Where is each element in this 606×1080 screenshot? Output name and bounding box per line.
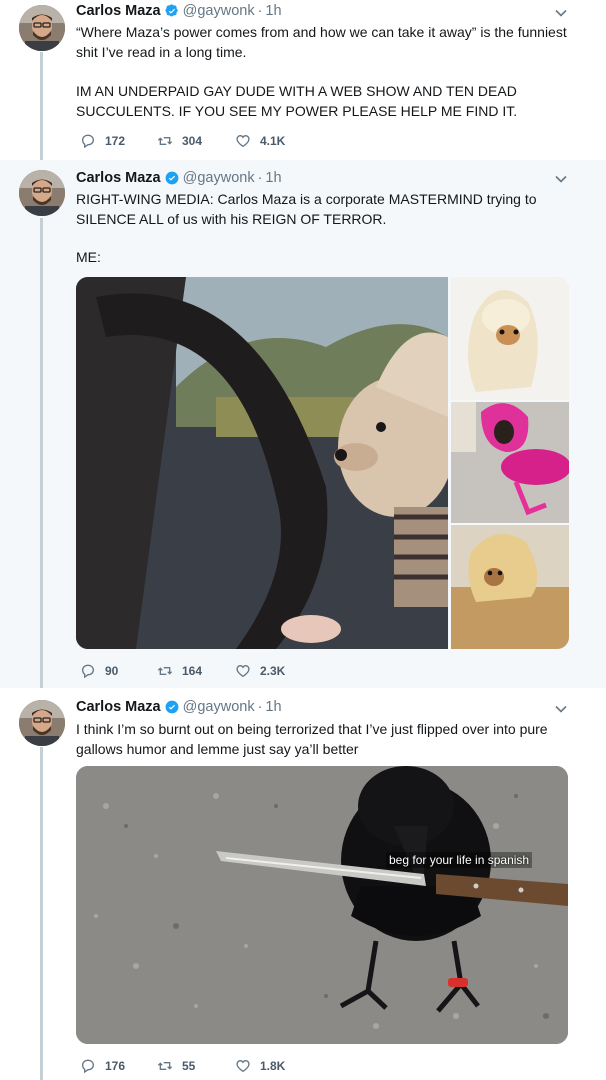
reply-icon [81, 134, 95, 149]
dog-pink-wig-photo[interactable] [451, 402, 569, 523]
separator-dot: · [257, 170, 263, 186]
reply-button[interactable]: 90 [80, 663, 157, 679]
tweet-text: RIGHT-WING MEDIA: Carlos Maza is a corpo… [76, 191, 537, 227]
reply-button[interactable]: 172 [80, 133, 157, 149]
retweet-icon [157, 1062, 173, 1070]
reply-count: 172 [105, 134, 126, 148]
chevron-down-icon[interactable] [554, 702, 568, 716]
tweet-actions: 90 164 2.3K [80, 663, 315, 679]
thread-connector-line [40, 747, 43, 1080]
retweet-icon [157, 667, 173, 675]
author-name[interactable]: Carlos Maza [76, 170, 161, 186]
thread-connector-line [40, 218, 43, 688]
heart-icon [236, 1059, 250, 1073]
tweet-text: IM AN UNDERPAID GAY DUDE WITH A WEB SHOW… [76, 83, 518, 119]
timestamp[interactable]: 1h [265, 170, 281, 186]
heart-icon [236, 664, 250, 678]
author-handle[interactable]: @gaywonk [183, 699, 255, 715]
crow-knife-photo[interactable]: beg for your life in spanish [76, 766, 568, 1044]
verified-badge-icon [165, 171, 179, 185]
like-count: 4.1K [260, 134, 286, 148]
timestamp[interactable]: 1h [265, 3, 281, 19]
retweet-count: 164 [182, 664, 203, 678]
tweet-text: “Where Maza’s power comes from and how w… [76, 24, 567, 60]
reply-icon [81, 1059, 95, 1074]
tweet[interactable]: Carlos Maza @gaywonk · 1h RIGHT-WING MED… [0, 160, 606, 688]
tweet-media-grid[interactable] [76, 277, 569, 649]
tweet-header: Carlos Maza @gaywonk · 1h [76, 699, 282, 715]
dog-box-wig-photo[interactable] [451, 525, 569, 649]
retweet-button[interactable]: 304 [157, 133, 235, 149]
reply-button[interactable]: 176 [80, 1058, 157, 1074]
retweet-button[interactable]: 55 [157, 1058, 235, 1074]
separator-dot: · [257, 699, 263, 715]
like-button[interactable]: 1.8K [235, 1058, 315, 1074]
chevron-down-icon[interactable] [554, 172, 568, 186]
tweet-actions: 176 55 1.8K [80, 1058, 315, 1074]
thread-connector-line [40, 52, 43, 160]
tweet-actions: 172 304 4.1K [80, 133, 315, 149]
verified-badge-icon [165, 700, 179, 714]
avatar[interactable] [19, 700, 65, 746]
separator-dot: · [257, 3, 263, 19]
tweet-text: I think I’m so burnt out on being terror… [76, 721, 548, 757]
author-handle[interactable]: @gaywonk [183, 170, 255, 186]
timestamp[interactable]: 1h [265, 699, 281, 715]
reply-icon [81, 664, 95, 679]
avatar[interactable] [19, 170, 65, 216]
tweet-header: Carlos Maza @gaywonk · 1h [76, 170, 282, 186]
retweet-button[interactable]: 164 [157, 663, 235, 679]
tweet[interactable]: Carlos Maza @gaywonk · 1h “Where Maza’s … [0, 0, 606, 160]
author-handle[interactable]: @gaywonk [183, 3, 255, 19]
tweet[interactable]: Carlos Maza @gaywonk · 1h I think I’m so… [0, 688, 606, 1080]
retweet-icon [157, 137, 173, 145]
author-name[interactable]: Carlos Maza [76, 3, 161, 19]
chevron-down-icon[interactable] [554, 6, 568, 20]
like-count: 2.3K [260, 664, 286, 678]
like-button[interactable]: 2.3K [235, 663, 315, 679]
retweet-count: 304 [182, 134, 203, 148]
dog-blonde-wig-photo[interactable] [451, 277, 569, 400]
dog-driving-photo[interactable] [76, 277, 454, 649]
image-caption: beg for your life in spanish [386, 852, 533, 868]
heart-icon [236, 134, 250, 148]
like-button[interactable]: 4.1K [235, 133, 315, 149]
reply-count: 90 [105, 664, 119, 678]
verified-badge-icon [165, 4, 178, 17]
tweet-header: Carlos Maza @gaywonk · 1h [76, 3, 282, 19]
reply-count: 176 [105, 1059, 126, 1073]
author-name[interactable]: Carlos Maza [76, 699, 161, 715]
avatar[interactable] [19, 5, 65, 51]
retweet-count: 55 [182, 1059, 196, 1073]
like-count: 1.8K [260, 1059, 286, 1073]
tweet-text: ME: [76, 249, 101, 265]
